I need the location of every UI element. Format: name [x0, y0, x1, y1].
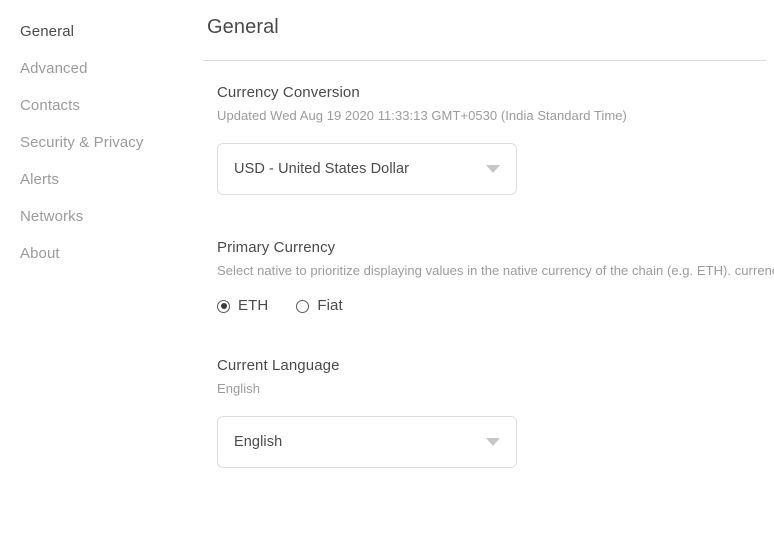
sidebar-item-label: Networks [20, 207, 84, 225]
section-currency-conversion: Currency Conversion Updated Wed Aug 19 2… [217, 83, 770, 195]
radio-dot [300, 303, 306, 309]
settings-page: General Advanced Contacts Security & Pri… [0, 0, 774, 551]
sidebar-item-label: Advanced [20, 59, 88, 77]
radio-button-icon [217, 299, 230, 313]
chevron-down-icon [486, 438, 500, 446]
section-heading: Primary Currency [217, 239, 336, 256]
radio-option-eth[interactable]: ETH [217, 297, 268, 315]
chevron-down-icon [486, 165, 500, 173]
primary-currency-description: Select native to prioritize displaying v… [217, 263, 774, 278]
radio-option-label: ETH [238, 297, 269, 314]
radio-dot [220, 303, 227, 309]
sidebar-item-alerts[interactable]: Alerts [0, 161, 203, 198]
currency-updated-text: Updated Wed Aug 19 2020 11:33:13 GMT+053… [217, 108, 627, 123]
current-language-subtext: English [217, 381, 260, 396]
sidebar-item-label: Contacts [20, 96, 80, 114]
sidebar-item-networks[interactable]: Networks [0, 198, 203, 235]
language-select-value: English [234, 434, 283, 450]
page-title: General [207, 16, 279, 38]
radio-option-fiat[interactable]: Fiat [296, 297, 343, 315]
settings-body: Currency Conversion Updated Wed Aug 19 2… [203, 61, 774, 468]
primary-currency-radio-group: ETH Fiat [217, 297, 770, 315]
settings-sidebar: General Advanced Contacts Security & Pri… [0, 0, 203, 551]
language-select[interactable]: English [217, 416, 517, 468]
section-current-language: Current Language English English [217, 356, 770, 468]
sidebar-item-label: General [20, 22, 75, 40]
sidebar-item-general[interactable]: General [0, 13, 203, 50]
currency-conversion-value: USD - United States Dollar [234, 161, 410, 177]
sidebar-item-security-privacy[interactable]: Security & Privacy [0, 124, 203, 161]
currency-conversion-select[interactable]: USD - United States Dollar [217, 143, 517, 195]
radio-option-label: Fiat [317, 297, 343, 314]
sidebar-item-label: Security & Privacy [20, 133, 144, 151]
section-heading: Currency Conversion [217, 84, 360, 101]
radio-button-icon [296, 299, 310, 313]
sidebar-item-about[interactable]: About [0, 235, 203, 272]
sidebar-item-label: About [20, 244, 60, 262]
section-primary-currency: Primary Currency Select native to priori… [217, 238, 774, 315]
settings-content: General Currency Conversion Updated Wed … [203, 0, 774, 551]
sidebar-item-contacts[interactable]: Contacts [0, 87, 203, 124]
section-heading: Current Language [217, 357, 340, 374]
sidebar-item-advanced[interactable]: Advanced [0, 50, 203, 87]
sidebar-item-label: Alerts [20, 170, 59, 188]
